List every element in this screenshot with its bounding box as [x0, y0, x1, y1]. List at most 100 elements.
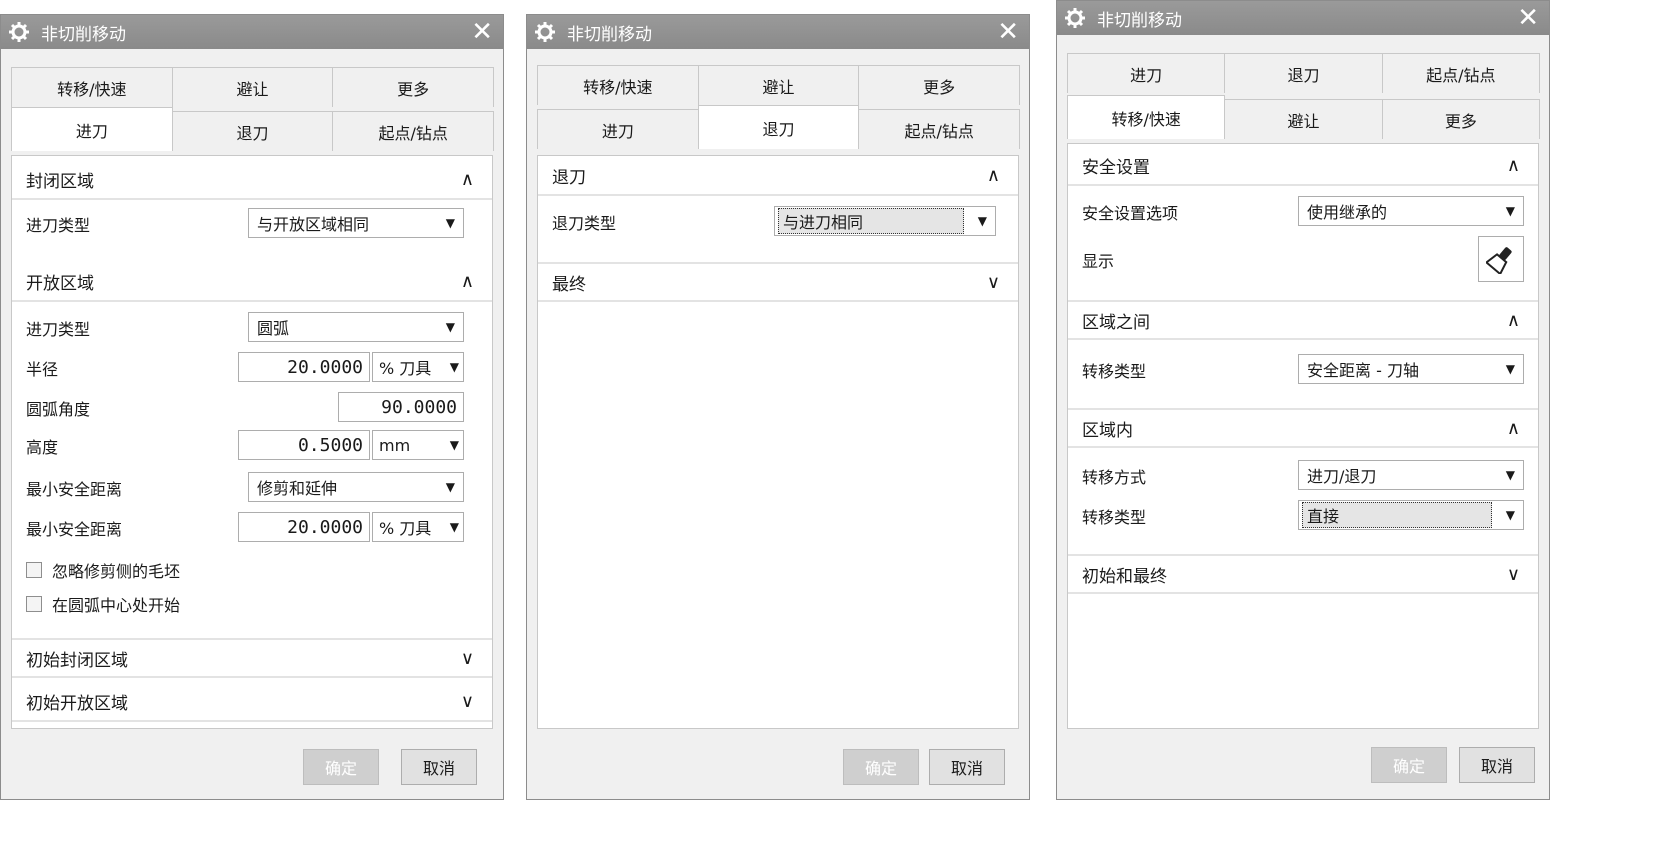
min-clearance-dropdown[interactable]: 修剪和延伸 ▼: [248, 472, 464, 502]
cancel-button[interactable]: 取消: [929, 749, 1005, 785]
checkbox-label: 在圆弧中心处开始: [52, 596, 181, 615]
ignore-trimmed-blank-checkbox[interactable]: [26, 562, 42, 578]
tab-start-drill-point[interactable]: 起点/钻点: [858, 109, 1021, 149]
section-title: 安全设置: [1082, 157, 1150, 178]
min-clearance-unit-dropdown[interactable]: % 刀具 ▼: [372, 512, 464, 542]
combo-value: 与开放区域相同: [257, 215, 370, 234]
section-title: 退刀: [552, 167, 586, 188]
chevron-up-icon: ∧: [460, 270, 474, 292]
section-title: 最终: [552, 274, 586, 295]
chevron-up-icon: ∧: [1506, 309, 1520, 331]
closed-engage-type-dropdown[interactable]: 与开放区域相同 ▼: [248, 208, 464, 238]
section-closed-area[interactable]: 封闭区域 ∧: [12, 160, 492, 200]
tab-transfer-rapid[interactable]: 转移/快速: [1067, 95, 1226, 139]
transfer-method-dropdown[interactable]: 进刀/退刀 ▼: [1298, 460, 1524, 490]
arc-angle-input[interactable]: 90.0000: [338, 392, 464, 422]
engage-type-label: 进刀类型: [26, 216, 91, 235]
section-between-regions[interactable]: 区域之间 ∧: [1068, 300, 1538, 340]
combo-value: 与进刀相同: [778, 208, 964, 234]
close-icon[interactable]: ✕: [471, 18, 493, 46]
transfer-type-label: 转移类型: [1082, 508, 1147, 527]
section-title: 区域之间: [1082, 312, 1150, 333]
section-safety[interactable]: 安全设置 ∧: [1068, 146, 1538, 186]
tab-engage[interactable]: 进刀: [1067, 53, 1226, 93]
chevron-up-icon: ∧: [986, 164, 1000, 186]
tab-avoidance[interactable]: 避让: [697, 65, 860, 105]
ok-button[interactable]: 确定: [1371, 747, 1447, 783]
tab-more[interactable]: 更多: [332, 67, 495, 107]
transfer-method-label: 转移方式: [1082, 468, 1147, 487]
retract-type-label: 退刀类型: [552, 214, 617, 233]
height-input[interactable]: 0.5000: [238, 430, 370, 460]
tab-retract[interactable]: 退刀: [171, 111, 334, 151]
dialog-retract: 非切削移动 ✕ 转移/快速 避让 更多 进刀 退刀 起点/钻点 退刀 ∧ 退刀类…: [526, 14, 1030, 800]
tab-avoidance[interactable]: 避让: [1224, 99, 1383, 139]
tab-more[interactable]: 更多: [1381, 99, 1540, 139]
section-retract[interactable]: 退刀 ∧: [538, 156, 1018, 196]
tab-retract[interactable]: 退刀: [1224, 53, 1383, 93]
ok-button[interactable]: 确定: [843, 749, 919, 785]
tab-transfer-rapid[interactable]: 转移/快速: [11, 67, 173, 107]
ok-button[interactable]: 确定: [303, 749, 379, 785]
safety-option-dropdown[interactable]: 使用继承的 ▼: [1298, 196, 1524, 226]
dropdown-arrow-icon: ▼: [1505, 468, 1515, 482]
chevron-down-icon: ∨: [460, 647, 474, 669]
tab-avoidance[interactable]: 避让: [171, 67, 334, 107]
flashlight-icon[interactable]: [1478, 236, 1524, 282]
chevron-up-icon: ∧: [460, 168, 474, 190]
combo-value: 使用继承的: [1307, 203, 1388, 222]
close-icon[interactable]: ✕: [997, 18, 1019, 46]
combo-value: mm: [379, 435, 411, 455]
chevron-up-icon: ∧: [1506, 154, 1520, 176]
min-clearance-input[interactable]: 20.0000: [238, 512, 370, 542]
arc-angle-label: 圆弧角度: [26, 400, 91, 419]
dialog-title: 非切削移动: [1097, 10, 1182, 31]
cancel-button[interactable]: 取消: [1459, 747, 1535, 783]
chevron-up-icon: ∧: [1506, 417, 1520, 439]
tab-more[interactable]: 更多: [858, 65, 1021, 105]
dropdown-arrow-icon: ▼: [1505, 508, 1515, 522]
dropdown-arrow-icon: ▼: [445, 320, 455, 334]
close-icon[interactable]: ✕: [1517, 4, 1539, 32]
retract-type-dropdown[interactable]: 与进刀相同 ▼: [774, 206, 996, 236]
height-unit-dropdown[interactable]: mm ▼: [372, 430, 464, 460]
engage-type-label: 进刀类型: [26, 320, 91, 339]
start-at-arc-center-checkbox[interactable]: [26, 596, 42, 612]
radius-input[interactable]: 20.0000: [238, 352, 370, 382]
section-initial-open[interactable]: 初始开放区域 ∨: [12, 682, 492, 722]
dropdown-arrow-icon: ▼: [445, 480, 455, 494]
cancel-button[interactable]: 取消: [401, 749, 477, 785]
tab-engage[interactable]: 进刀: [537, 109, 699, 149]
gear-icon: [535, 22, 561, 42]
dialog-title: 非切削移动: [41, 24, 126, 45]
dropdown-arrow-icon: ▼: [1505, 362, 1515, 376]
radius-label: 半径: [26, 360, 59, 379]
tab-transfer-rapid[interactable]: 转移/快速: [537, 65, 699, 105]
dialog-transfer: 非切削移动 ✕ 进刀 退刀 起点/钻点 转移/快速 避让 更多 安全设置 ∧ 安…: [1056, 0, 1550, 800]
engage-panel: 封闭区域 ∧ 进刀类型 与开放区域相同 ▼ 开放区域 ∧ 进刀类型 圆弧 ▼ 半…: [11, 155, 493, 729]
min-clearance-label: 最小安全距离: [26, 520, 123, 539]
tab-engage[interactable]: 进刀: [11, 107, 173, 151]
section-within-region[interactable]: 区域内 ∧: [1068, 408, 1538, 448]
combo-value: 进刀/退刀: [1307, 467, 1377, 486]
section-final[interactable]: 最终 ∨: [538, 262, 1018, 302]
radius-unit-dropdown[interactable]: % 刀具 ▼: [372, 352, 464, 382]
combo-value: % 刀具: [379, 359, 432, 378]
within-transfer-type-dropdown[interactable]: 直接 ▼: [1298, 500, 1524, 530]
section-initial-closed[interactable]: 初始封闭区域 ∨: [12, 638, 492, 678]
section-title: 区域内: [1082, 420, 1133, 441]
combo-value: 圆弧: [257, 319, 290, 338]
tab-retract[interactable]: 退刀: [697, 105, 860, 149]
open-engage-type-dropdown[interactable]: 圆弧 ▼: [248, 312, 464, 342]
tab-start-drill-point[interactable]: 起点/钻点: [1381, 53, 1540, 93]
section-initial-final[interactable]: 初始和最终 ∨: [1068, 554, 1538, 594]
section-title: 初始封闭区域: [26, 650, 128, 671]
section-open-area[interactable]: 开放区域 ∧: [12, 262, 492, 302]
tab-start-drill-point[interactable]: 起点/钻点: [332, 111, 495, 151]
between-transfer-type-dropdown[interactable]: 安全距离 - 刀轴 ▼: [1298, 354, 1524, 384]
dialog-engage: 非切削移动 ✕ 转移/快速 避让 更多 进刀 退刀 起点/钻点 封闭区域 ∧ 进…: [0, 14, 504, 800]
chevron-down-icon: ∨: [460, 690, 474, 712]
gear-icon: [1065, 8, 1091, 28]
chevron-down-icon: ∨: [986, 271, 1000, 293]
dropdown-arrow-icon: ▼: [977, 214, 987, 228]
